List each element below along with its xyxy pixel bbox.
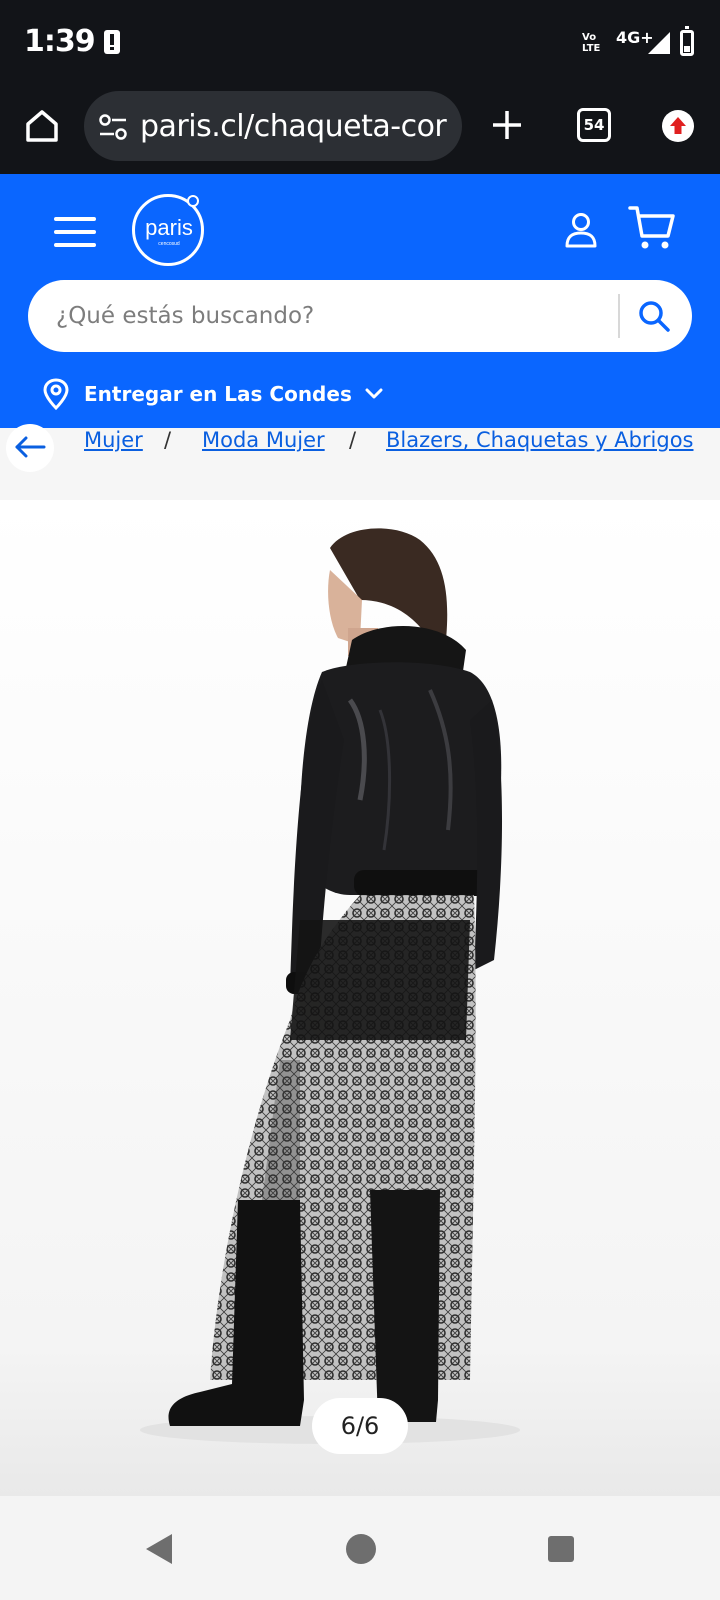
nav-back-icon[interactable] bbox=[146, 1534, 172, 1564]
breadcrumb-separator: / bbox=[164, 428, 172, 452]
volte-indicator: Vo LTE bbox=[582, 32, 601, 54]
logo-subtext: cencosud bbox=[158, 241, 180, 247]
search-icon[interactable] bbox=[636, 298, 672, 334]
paris-logo[interactable]: paris cencosud bbox=[132, 194, 204, 266]
breadcrumb: Mujer / Moda Mujer / Blazers, Chaquetas … bbox=[0, 424, 720, 472]
product-image-gallery[interactable] bbox=[0, 500, 720, 1496]
delivery-location-selector[interactable]: Entregar en Las Condes bbox=[42, 378, 384, 410]
menu-icon[interactable] bbox=[54, 216, 96, 248]
logo-dot bbox=[187, 195, 199, 207]
chevron-down-icon[interactable] bbox=[364, 387, 384, 401]
alert-notification-icon bbox=[104, 30, 120, 54]
breadcrumb-link-moda-mujer[interactable]: Moda Mujer bbox=[202, 428, 325, 452]
search-input[interactable] bbox=[56, 300, 616, 332]
search-bar[interactable] bbox=[28, 280, 692, 352]
status-time: 1:39 bbox=[24, 24, 96, 59]
browser-toolbar: paris.cl/chaqueta-cor 54 bbox=[0, 88, 720, 174]
delivery-label[interactable]: Entregar en Las Condes bbox=[84, 382, 352, 406]
product-photo[interactable] bbox=[0, 500, 720, 1496]
home-icon[interactable] bbox=[22, 106, 62, 146]
plus-icon[interactable] bbox=[490, 108, 524, 142]
nav-home-icon[interactable] bbox=[346, 1534, 376, 1564]
update-icon[interactable] bbox=[662, 110, 694, 142]
battery-icon bbox=[680, 26, 694, 56]
tune-icon[interactable] bbox=[98, 114, 128, 140]
breadcrumb-link-mujer[interactable]: Mujer bbox=[84, 428, 143, 452]
breadcrumb-link-blazers[interactable]: Blazers, Chaquetas y Abrigos bbox=[386, 428, 693, 452]
status-bar: 1:39 Vo LTE 4G+ bbox=[0, 0, 720, 88]
gallery-counter: 6/6 bbox=[312, 1398, 408, 1454]
back-button[interactable] bbox=[6, 424, 54, 472]
url-text[interactable]: paris.cl/chaqueta-cor bbox=[140, 109, 447, 144]
address-bar[interactable]: paris.cl/chaqueta-cor bbox=[84, 91, 462, 161]
tabs-icon[interactable]: 54 bbox=[577, 108, 611, 142]
breadcrumb-separator: / bbox=[349, 428, 357, 452]
nav-recents-icon[interactable] bbox=[548, 1536, 574, 1562]
logo-text: paris bbox=[145, 215, 193, 240]
site-header: paris cencosud Entregar en Las Condes bbox=[0, 174, 720, 428]
search-divider bbox=[618, 294, 620, 338]
signal-icon bbox=[648, 32, 670, 54]
cart-icon[interactable] bbox=[628, 204, 676, 252]
back-arrow-icon[interactable] bbox=[14, 436, 46, 458]
user-icon[interactable] bbox=[564, 212, 598, 248]
location-pin-icon bbox=[43, 378, 69, 410]
system-navigation-bar bbox=[0, 1496, 720, 1600]
